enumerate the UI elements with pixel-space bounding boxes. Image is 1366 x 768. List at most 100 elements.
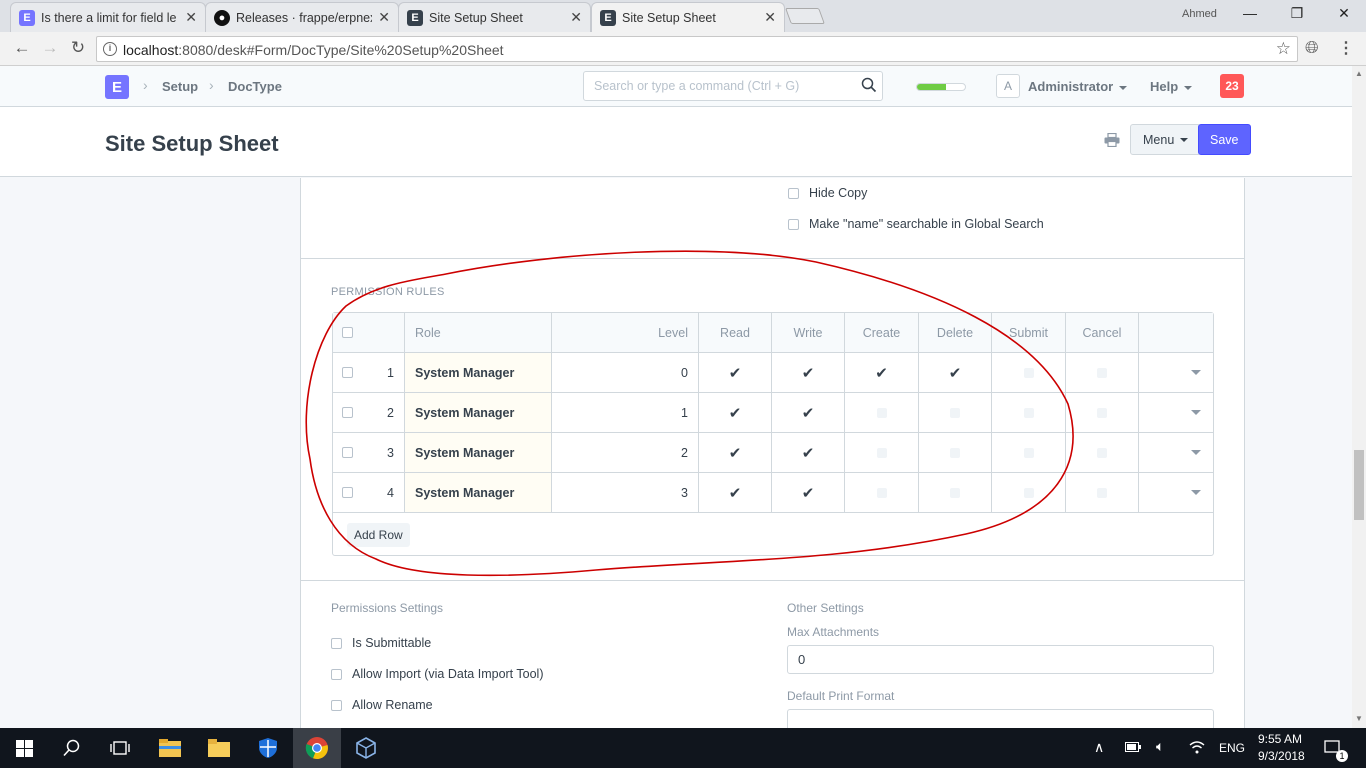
- address-bar[interactable]: i localhost:8080/desk#Form/DocType/Site%…: [96, 36, 1298, 62]
- is-submittable-checkbox[interactable]: [331, 637, 342, 649]
- submit-permission-cell[interactable]: [992, 433, 1066, 472]
- scroll-down-icon[interactable]: ▼: [1355, 714, 1363, 723]
- delete-permission-cell[interactable]: [919, 473, 992, 512]
- minimize-icon[interactable]: —: [1240, 5, 1260, 21]
- level-cell[interactable]: 2: [552, 433, 699, 472]
- browser-tab[interactable]: E Is there a limit for field le ✕: [10, 2, 206, 32]
- windows-start-icon[interactable]: [0, 728, 48, 768]
- read-permission-cell[interactable]: ✔︎: [699, 353, 772, 392]
- close-tab-icon[interactable]: ✕: [185, 9, 197, 26]
- task-view-icon[interactable]: [96, 728, 144, 768]
- read-permission-cell[interactable]: ✔︎: [699, 433, 772, 472]
- row-edit-toggle[interactable]: [1139, 353, 1213, 392]
- write-permission-cell[interactable]: ✔︎: [772, 353, 845, 392]
- read-permission-cell[interactable]: ✔︎: [699, 393, 772, 432]
- close-tab-icon[interactable]: ✕: [378, 9, 390, 26]
- page-scrollbar[interactable]: ▲ ▼: [1352, 66, 1366, 728]
- globe-extension-icon[interactable]: 🌐︎: [1305, 38, 1319, 58]
- bookmark-star-icon[interactable]: ☆: [1276, 39, 1291, 59]
- role-cell[interactable]: System Manager: [405, 473, 552, 512]
- create-permission-cell[interactable]: [845, 473, 919, 512]
- max-attachments-input[interactable]: [787, 645, 1214, 674]
- row-select-checkbox[interactable]: [341, 407, 353, 418]
- site-info-icon[interactable]: i: [103, 42, 117, 56]
- close-tab-icon[interactable]: ✕: [764, 9, 776, 26]
- submit-permission-cell[interactable]: [992, 353, 1066, 392]
- allow-import-field[interactable]: Allow Import (via Data Import Tool): [331, 667, 544, 681]
- breadcrumb-setup[interactable]: Setup: [162, 79, 198, 94]
- read-permission-cell[interactable]: ✔︎: [699, 473, 772, 512]
- table-row[interactable]: 4 System Manager 3 ✔︎ ✔︎: [333, 473, 1213, 513]
- new-tab-button[interactable]: [785, 8, 825, 24]
- delete-permission-cell[interactable]: [919, 433, 992, 472]
- hide-copy-checkbox[interactable]: [788, 187, 799, 199]
- clock-time[interactable]: 9:55 AM: [1258, 732, 1302, 746]
- table-row[interactable]: 1 System Manager 0 ✔︎ ✔︎ ✔︎ ✔︎: [333, 353, 1213, 393]
- file-explorer-icon[interactable]: [146, 728, 194, 768]
- user-menu[interactable]: Administrator: [1028, 79, 1128, 94]
- wifi-icon[interactable]: [1189, 740, 1205, 754]
- create-permission-cell[interactable]: [845, 433, 919, 472]
- print-icon[interactable]: [1104, 133, 1120, 147]
- row-edit-toggle[interactable]: [1139, 433, 1213, 472]
- back-icon[interactable]: ←: [12, 38, 32, 58]
- chrome-icon[interactable]: [293, 728, 341, 768]
- write-permission-cell[interactable]: ✔︎: [772, 473, 845, 512]
- row-select-checkbox[interactable]: [341, 367, 353, 378]
- browser-tab-active[interactable]: E Site Setup Sheet ✕: [591, 2, 785, 32]
- cancel-permission-cell[interactable]: [1066, 473, 1139, 512]
- url-text[interactable]: localhost:8080/desk#Form/DocType/Site%20…: [123, 42, 504, 58]
- menu-button[interactable]: Menu: [1130, 124, 1202, 155]
- row-select-checkbox[interactable]: [341, 487, 353, 498]
- save-button[interactable]: Save: [1198, 124, 1251, 155]
- browser-menu-icon[interactable]: ⋮: [1338, 38, 1354, 58]
- level-cell[interactable]: 1: [552, 393, 699, 432]
- app-logo[interactable]: E: [105, 75, 129, 99]
- battery-icon[interactable]: [1125, 742, 1141, 752]
- role-cell[interactable]: System Manager: [405, 353, 552, 392]
- reload-icon[interactable]: ↻: [68, 38, 88, 58]
- create-permission-cell[interactable]: [845, 393, 919, 432]
- name-searchable-checkbox[interactable]: [788, 218, 799, 230]
- level-cell[interactable]: 0: [552, 353, 699, 392]
- level-cell[interactable]: 3: [552, 473, 699, 512]
- row-edit-toggle[interactable]: [1139, 393, 1213, 432]
- name-searchable-field[interactable]: Make "name" searchable in Global Search: [788, 217, 1044, 231]
- cancel-permission-cell[interactable]: [1066, 353, 1139, 392]
- allow-rename-checkbox[interactable]: [331, 699, 342, 711]
- allow-import-checkbox[interactable]: [331, 668, 342, 680]
- submit-permission-cell[interactable]: [992, 473, 1066, 512]
- row-edit-toggle[interactable]: [1139, 473, 1213, 512]
- scrollbar-thumb[interactable]: [1354, 450, 1364, 520]
- chevron-up-icon[interactable]: ∧: [1094, 739, 1104, 756]
- delete-permission-cell[interactable]: ✔︎: [919, 353, 992, 392]
- close-window-icon[interactable]: ✕: [1334, 5, 1354, 22]
- security-shield-icon[interactable]: [244, 728, 292, 768]
- is-submittable-field[interactable]: Is Submittable: [331, 636, 431, 650]
- cancel-permission-cell[interactable]: [1066, 433, 1139, 472]
- notification-badge[interactable]: 23: [1220, 74, 1244, 98]
- volume-icon[interactable]: 🔈︎: [1156, 738, 1164, 755]
- create-permission-cell[interactable]: ✔︎: [845, 353, 919, 392]
- cancel-permission-cell[interactable]: [1066, 393, 1139, 432]
- submit-permission-cell[interactable]: [992, 393, 1066, 432]
- table-row[interactable]: 3 System Manager 2 ✔︎ ✔︎: [333, 433, 1213, 473]
- row-select-checkbox[interactable]: [341, 447, 353, 458]
- table-row[interactable]: 2 System Manager 1 ✔︎ ✔︎: [333, 393, 1213, 433]
- breadcrumb-doctype[interactable]: DocType: [228, 79, 282, 94]
- search-icon[interactable]: [48, 728, 96, 768]
- browser-tab[interactable]: ● Releases · frappe/erpnext ✕: [205, 2, 399, 32]
- search-icon[interactable]: [861, 77, 877, 93]
- folder-icon[interactable]: [195, 728, 243, 768]
- write-permission-cell[interactable]: ✔︎: [772, 433, 845, 472]
- allow-rename-field[interactable]: Allow Rename: [331, 698, 433, 712]
- write-permission-cell[interactable]: ✔︎: [772, 393, 845, 432]
- scroll-up-icon[interactable]: ▲: [1355, 69, 1363, 78]
- add-row-button[interactable]: Add Row: [347, 523, 410, 547]
- role-cell[interactable]: System Manager: [405, 433, 552, 472]
- clock-date[interactable]: 9/3/2018: [1258, 749, 1305, 763]
- language-indicator[interactable]: ENG: [1219, 741, 1245, 755]
- browser-profile-name[interactable]: Ahmed: [1182, 8, 1217, 20]
- delete-permission-cell[interactable]: [919, 393, 992, 432]
- avatar[interactable]: A: [996, 74, 1020, 98]
